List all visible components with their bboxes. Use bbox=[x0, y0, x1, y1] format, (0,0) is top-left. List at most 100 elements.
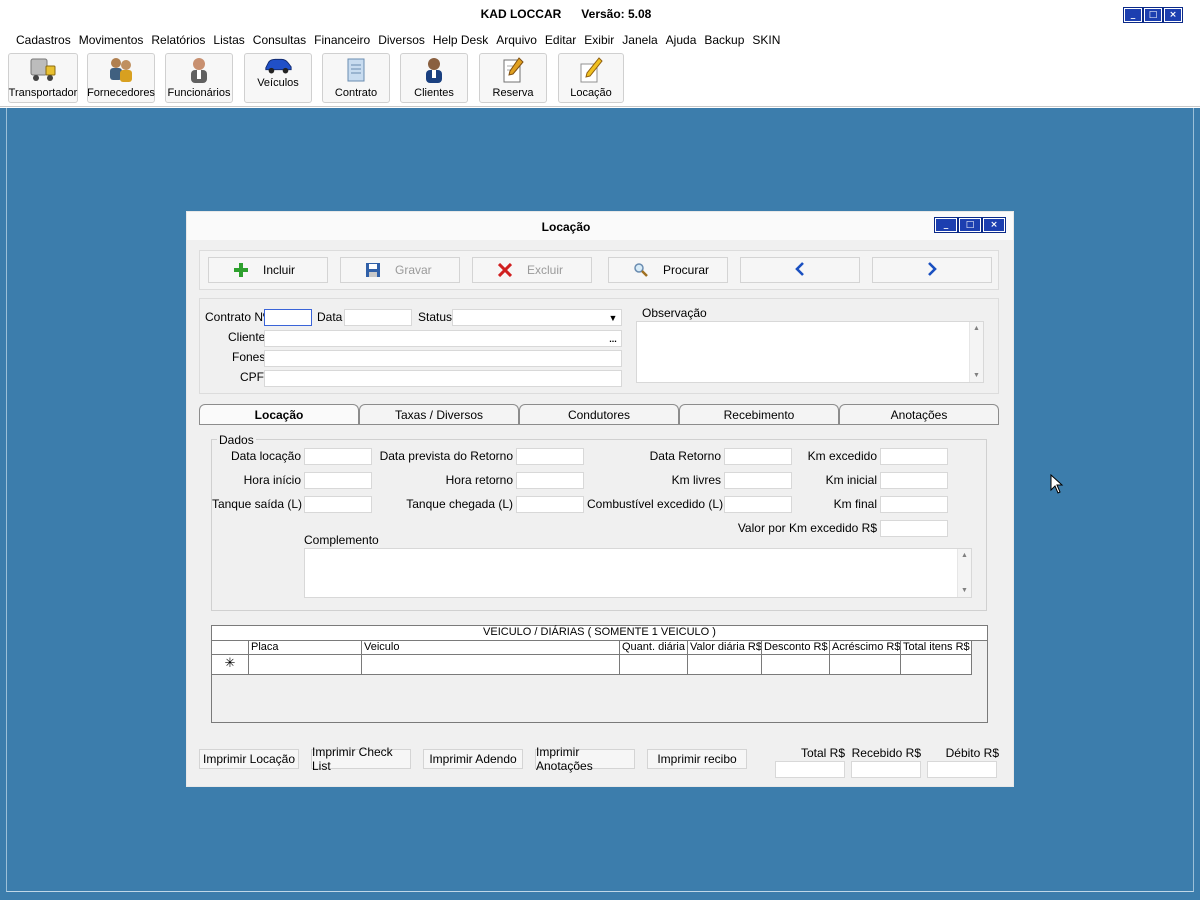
imprimir-locacao-button[interactable]: Imprimir Locação bbox=[199, 749, 299, 769]
fones-field[interactable] bbox=[264, 350, 622, 367]
incluir-button[interactable]: Incluir bbox=[208, 257, 328, 283]
menu-arquivo[interactable]: Arquivo bbox=[492, 30, 541, 50]
grid-header-quant-diaria[interactable]: Quant. diária bbox=[620, 641, 688, 655]
menu-financeiro[interactable]: Financeiro bbox=[310, 30, 374, 50]
observacao-scrollbar[interactable]: ▲ ▼ bbox=[969, 322, 983, 382]
menu-cadastros[interactable]: Cadastros bbox=[12, 30, 75, 50]
grid-header-valor-diaria[interactable]: Valor diária R$ bbox=[688, 641, 762, 655]
menu-listas[interactable]: Listas bbox=[209, 30, 248, 50]
excluir-button[interactable]: Excluir bbox=[472, 257, 592, 283]
grid-cell-desconto[interactable] bbox=[762, 655, 830, 675]
grid-cell-placa[interactable] bbox=[249, 655, 362, 675]
tab-locacao[interactable]: Locação bbox=[199, 404, 359, 424]
data-prevista-retorno-field[interactable] bbox=[516, 448, 584, 465]
excluir-label: Excluir bbox=[527, 263, 564, 277]
imprimir-adendo-button[interactable]: Imprimir Adendo bbox=[423, 749, 523, 769]
menu-bar: Cadastros Movimentos Relatórios Listas C… bbox=[0, 30, 1200, 50]
cliente-field[interactable]: ... bbox=[264, 330, 622, 347]
toolbar-contrato-button[interactable]: Contrato bbox=[322, 53, 390, 103]
tab-anotacoes[interactable]: Anotações bbox=[839, 404, 999, 424]
grid-header-veiculo[interactable]: Veiculo bbox=[362, 641, 620, 655]
grid-new-row[interactable]: ✳ bbox=[212, 655, 972, 675]
imprimir-anotacoes-button[interactable]: Imprimir Anotações bbox=[535, 745, 635, 773]
grid-cell-total-itens[interactable] bbox=[901, 655, 972, 675]
grid-header-placa[interactable]: Placa bbox=[249, 641, 362, 655]
next-record-button[interactable] bbox=[872, 257, 992, 283]
km-excedido-field[interactable] bbox=[880, 448, 948, 465]
search-icon bbox=[633, 262, 649, 278]
contrato-field[interactable] bbox=[264, 309, 312, 326]
minimize-button[interactable]: _ bbox=[1123, 7, 1143, 23]
tanque-chegada-field[interactable] bbox=[516, 496, 584, 513]
close-button[interactable]: × bbox=[1163, 7, 1183, 23]
child-minimize-button[interactable]: _ bbox=[934, 217, 958, 233]
menu-skin[interactable]: SKIN bbox=[748, 30, 784, 50]
menu-relatorios[interactable]: Relatórios bbox=[147, 30, 209, 50]
toolbar-reserva-button[interactable]: Reserva bbox=[479, 53, 547, 103]
chevron-down-icon[interactable]: ▼ bbox=[605, 310, 621, 325]
complemento-textarea[interactable]: ▲ ▼ bbox=[304, 548, 972, 598]
total-field[interactable] bbox=[775, 761, 845, 778]
menu-movimentos[interactable]: Movimentos bbox=[75, 30, 148, 50]
tab-condutores[interactable]: Condutores bbox=[519, 404, 679, 424]
tab-taxas-diversos[interactable]: Taxas / Diversos bbox=[359, 404, 519, 424]
menu-ajuda[interactable]: Ajuda bbox=[662, 30, 701, 50]
grid-header-total-itens[interactable]: Total itens R$ bbox=[901, 641, 972, 655]
observacao-textarea[interactable]: ▲ ▼ bbox=[636, 321, 984, 383]
locacao-title-bar[interactable]: Locação _ □ × bbox=[187, 212, 1013, 240]
procurar-button[interactable]: Procurar bbox=[608, 257, 728, 283]
toolbar-label: Transportador bbox=[8, 87, 78, 99]
grid-cell-veiculo[interactable] bbox=[362, 655, 620, 675]
grid-header-desconto[interactable]: Desconto R$ bbox=[762, 641, 830, 655]
data-field[interactable] bbox=[344, 309, 412, 326]
menu-backup[interactable]: Backup bbox=[700, 30, 748, 50]
toolbar-clientes-button[interactable]: Clientes bbox=[400, 53, 468, 103]
menu-janela[interactable]: Janela bbox=[618, 30, 661, 50]
save-icon bbox=[365, 262, 381, 278]
toolbar-veiculos-button[interactable]: Veículos bbox=[244, 53, 312, 103]
data-locacao-field[interactable] bbox=[304, 448, 372, 465]
contrato-label: Contrato Nº bbox=[205, 310, 268, 324]
valor-km-excedido-field[interactable] bbox=[880, 520, 948, 537]
cliente-label: Cliente bbox=[228, 330, 266, 344]
tab-recebimento[interactable]: Recebimento bbox=[679, 404, 839, 424]
complemento-scrollbar[interactable]: ▲ ▼ bbox=[957, 549, 971, 597]
cpf-field[interactable] bbox=[264, 370, 622, 387]
cliente-lookup-button[interactable]: ... bbox=[605, 331, 621, 346]
locacao-title: Locação bbox=[541, 220, 591, 234]
tanque-saida-field[interactable] bbox=[304, 496, 372, 513]
km-final-field[interactable] bbox=[880, 496, 948, 513]
status-select[interactable]: ▼ bbox=[452, 309, 622, 326]
hora-inicio-label: Hora início bbox=[243, 473, 301, 487]
menu-exibir[interactable]: Exibir bbox=[580, 30, 618, 50]
toolbar-transportador-button[interactable]: Transportador bbox=[8, 53, 78, 103]
grid-header-acrescimo[interactable]: Acréscimo R$ bbox=[830, 641, 901, 655]
menu-editar[interactable]: Editar bbox=[541, 30, 580, 50]
hora-inicio-field[interactable] bbox=[304, 472, 372, 489]
previous-record-button[interactable] bbox=[740, 257, 860, 283]
tanque-chegada-label: Tanque chegada (L) bbox=[406, 497, 513, 511]
grid-cell-acrescimo[interactable] bbox=[830, 655, 901, 675]
recebido-field[interactable] bbox=[851, 761, 921, 778]
maximize-button[interactable]: □ bbox=[1143, 7, 1163, 23]
car-icon bbox=[263, 54, 293, 75]
menu-consultas[interactable]: Consultas bbox=[249, 30, 310, 50]
menu-help-desk[interactable]: Help Desk bbox=[429, 30, 492, 50]
plus-icon bbox=[233, 262, 249, 278]
toolbar-label: Fornecedores bbox=[87, 87, 155, 99]
km-inicial-field[interactable] bbox=[880, 472, 948, 489]
child-close-button[interactable]: × bbox=[982, 217, 1006, 233]
gravar-button[interactable]: Gravar bbox=[340, 257, 460, 283]
toolbar-locacao-button[interactable]: Locação bbox=[558, 53, 624, 103]
imprimir-recibo-button[interactable]: Imprimir recibo bbox=[647, 749, 747, 769]
toolbar-funcionarios-button[interactable]: Funcionários bbox=[165, 53, 233, 103]
menu-diversos[interactable]: Diversos bbox=[374, 30, 429, 50]
grid-cell-valor-diaria[interactable] bbox=[688, 655, 762, 675]
toolbar-fornecedores-button[interactable]: Fornecedores bbox=[87, 53, 155, 103]
app-window-controls: _ □ × bbox=[1123, 7, 1183, 23]
debito-field[interactable] bbox=[927, 761, 997, 778]
child-maximize-button[interactable]: □ bbox=[958, 217, 982, 233]
imprimir-check-list-button[interactable]: Imprimir Check List bbox=[311, 745, 411, 773]
grid-cell-quant-diaria[interactable] bbox=[620, 655, 688, 675]
hora-retorno-field[interactable] bbox=[516, 472, 584, 489]
